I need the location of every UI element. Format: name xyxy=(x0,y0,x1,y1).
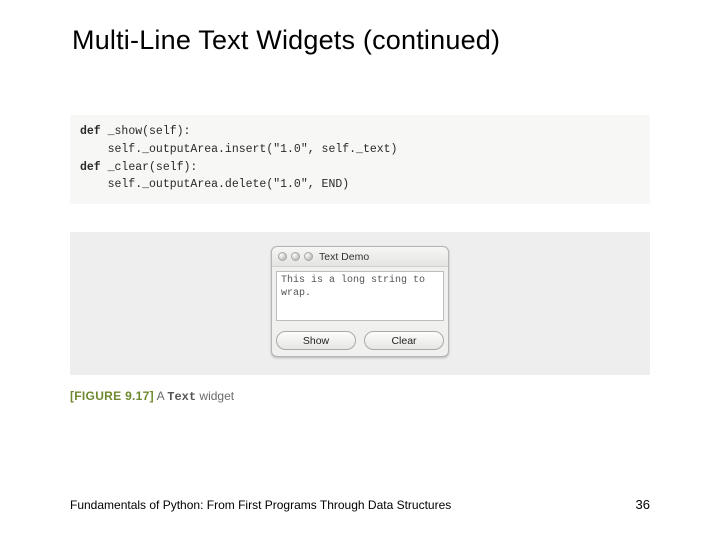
caption-code: Text xyxy=(167,390,196,404)
window-title: Text Demo xyxy=(319,251,369,263)
slide-footer: Fundamentals of Python: From First Progr… xyxy=(70,497,650,512)
code-text: self._outputArea.insert("1.0", self._tex… xyxy=(80,141,640,159)
output-textarea[interactable]: This is a long string to wrap. xyxy=(276,271,444,321)
keyword-def: def xyxy=(80,161,101,174)
slide-title: Multi-Line Text Widgets (continued) xyxy=(0,0,720,56)
figure-caption: [FIGURE 9.17] A Text widget xyxy=(70,389,650,404)
window-titlebar: Text Demo xyxy=(272,247,448,267)
show-button[interactable]: Show xyxy=(276,331,356,350)
slide-content: def _show(self): self._outputArea.insert… xyxy=(70,115,650,404)
code-text: self._outputArea.delete("1.0", END) xyxy=(80,176,640,194)
keyword-def: def xyxy=(80,125,101,138)
minimize-icon xyxy=(291,252,300,261)
figure-number: [FIGURE 9.17] xyxy=(70,389,154,403)
clear-button[interactable]: Clear xyxy=(364,331,444,350)
figure-image-area: Text Demo This is a long string to wrap.… xyxy=(70,232,650,375)
window-body: This is a long string to wrap. xyxy=(272,267,448,325)
caption-text: widget xyxy=(196,389,234,403)
demo-window: Text Demo This is a long string to wrap.… xyxy=(271,246,449,357)
book-title: Fundamentals of Python: From First Progr… xyxy=(70,498,451,512)
close-icon xyxy=(278,252,287,261)
code-text: _show(self): xyxy=(101,125,191,138)
page-number: 36 xyxy=(636,497,650,512)
caption-text: A xyxy=(154,389,167,403)
code-block: def _show(self): self._outputArea.insert… xyxy=(70,115,650,204)
button-row: Show Clear xyxy=(272,325,448,356)
zoom-icon xyxy=(304,252,313,261)
code-text: _clear(self): xyxy=(101,161,198,174)
